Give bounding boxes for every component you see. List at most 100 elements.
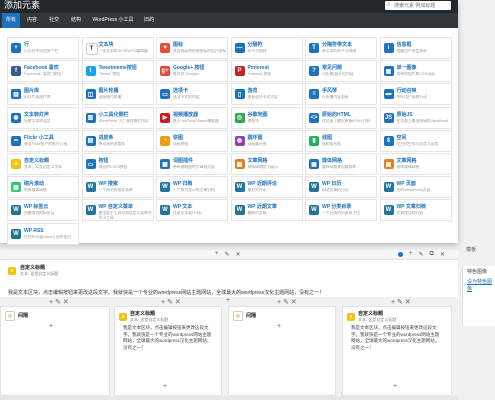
element-description: 提醒用户的信息框 (396, 49, 427, 53)
text-block-content[interactable]: 我是文本区块，点击编辑按钮来更改这段文字。我就快是一个专业的wordpress网… (351, 325, 443, 351)
delete-icon[interactable]: ✕ (236, 251, 241, 258)
element-description: 带动画的进度条 (98, 141, 126, 146)
add-element-icon[interactable]: + (393, 383, 397, 390)
text-block-module[interactable]: 我是文本区块，点击编辑按钮来更改这段文字。我就快是一个专业的wordpress网… (0, 287, 458, 297)
element-name: 分隔符 (247, 42, 263, 48)
modal-header: 添加元素 ⌕ (0, 0, 458, 13)
element-card[interactable]: W WP 近期评论 最近的评论 (230, 176, 303, 199)
custom-heading-module[interactable]: a 自定义标题 文本: 这是自定义标题 (119, 311, 168, 322)
element-card[interactable]: i 信息框 提醒用户的信息框 (379, 37, 452, 59)
element-card[interactable]: + 行可以在中添加多个栏 (7, 37, 79, 59)
column-controls[interactable]: + ✎ ✕ (161, 298, 181, 306)
add-element-icon[interactable]: + (49, 323, 53, 330)
tab-0[interactable]: 所有 (2, 13, 20, 28)
delete-icon[interactable]: ✕ (440, 251, 445, 258)
element-card[interactable]: ▮ 线图 线和条形图 (305, 129, 377, 152)
element-card[interactable]: ▤ 进度条 带动画的进度条 (81, 129, 154, 152)
element-card[interactable]: ? 常见问题 可折叠/展开的内容 (305, 60, 377, 83)
copy-icon[interactable]: ⧉ (430, 251, 434, 258)
element-card[interactable]: ▦ 砌片滚动 砌体媒体网格 (7, 176, 79, 199)
element-card[interactable]: ▭ 选项卡 选项卡式的内容 (156, 83, 228, 106)
element-card[interactable]: ▭ 按钮 漂亮的CSS3按钮 (81, 153, 154, 175)
element-description: 动画饼图 (173, 141, 189, 146)
googleplus-icon: g+ (160, 66, 170, 77)
tab-2[interactable]: 社交 (44, 13, 64, 28)
element-name: 媒体网格 (322, 158, 343, 164)
element-card[interactable]: ▯ 游览 垂直选项卡式内容 (230, 83, 303, 106)
set-featured-image-link[interactable]: 设为特色图像 (463, 276, 495, 293)
element-card[interactable]: a 自定义标题 文本，以及自定义字体 (7, 153, 79, 175)
tab-3[interactable]: 结构 (66, 13, 86, 28)
element-card[interactable]: W WP 文本 任意文本或HTML (156, 199, 228, 222)
element-card[interactable]: W WP 搜索 一个网站的搜索表单 (81, 176, 154, 199)
tab-5[interactable]: 旧的 (140, 13, 158, 28)
element-name: 行 (24, 42, 30, 48)
text-block-content[interactable]: 我是文本区块，点击编辑按钮来更改这段文字。我就快是一个专业的wordpress网… (123, 325, 213, 351)
element-card[interactable]: W WP 文章归档 文章按月的归档 (379, 199, 452, 222)
add-element-icon[interactable]: + (277, 323, 281, 330)
element-card[interactable]: ▥ 小工具化侧栏 WordPress 小工具的侧栏内容 (81, 106, 154, 129)
right-sidebar (458, 0, 495, 400)
element-card[interactable]: f Facebook 喜欢 Facebook "喜欢" 按钮 (7, 60, 79, 83)
row-color-icon[interactable] (398, 251, 403, 257)
element-card[interactable]: ◔ 饼图 动画饼图 (156, 129, 228, 152)
element-card[interactable]: W WP RSS 任何RSS或Atom订阅的条目 (7, 222, 79, 245)
element-card[interactable]: JS 原始JS 在页面上输出原始的JavaScript (379, 106, 452, 129)
element-card[interactable]: W WP 页面 您的WordPress页面 (379, 176, 452, 199)
space-module[interactable]: ◎ 间隔 (233, 311, 256, 321)
element-card[interactable]: ◎ 谷歌地图 地图块 (230, 106, 303, 129)
element-card[interactable]: W WP 近期文章 最新的文章 (230, 199, 303, 222)
element-card[interactable]: ▦ 文章网格 砌体网格帖子展示 (230, 153, 303, 175)
element-card[interactable]: — 分隔符 水平分隔线 (230, 37, 303, 59)
column-controls[interactable]: + ✎ ✕ (277, 298, 297, 306)
element-card[interactable]: W WP 标签云 您最常用的标签云 (7, 199, 79, 222)
element-card[interactable]: ⇕ 空间 空白的空间与自定义高度 (379, 129, 452, 152)
add-element-icon[interactable]: + (163, 383, 167, 390)
element-card[interactable]: ▤ 图片库 幻灯片或图片库 (7, 83, 79, 106)
element-card[interactable]: ▶ 视频播放器 嵌入YouTube/Vimeo播放器 (156, 106, 228, 129)
element-description: 使用此小工具添加自定义菜单作为小工具 (98, 211, 152, 220)
wp-comments-icon: W (234, 182, 245, 193)
element-card[interactable]: ▣ 单一图像 简单的图片和CSS动画 (379, 60, 452, 83)
custom-heading-module[interactable]: a 自定义标题 文本: 这是自定义标题 (8, 265, 58, 276)
element-card[interactable]: W WP 自定义菜单 使用此小工具添加自定义菜单作为小工具 (81, 199, 154, 222)
element-card[interactable]: T 分隔符带文本 带文本的水平分隔线 (305, 37, 377, 59)
element-card[interactable]: ▦ 媒体网格 媒体网格来自媒体库 (305, 153, 377, 175)
add-element-icon[interactable]: + (226, 297, 230, 304)
element-card[interactable]: W WP 归档 一个按月显示的文章归档 (156, 176, 228, 199)
element-card[interactable]: ▦ 词图插件 带有缩略图的文章和页面 (156, 153, 228, 175)
column-controls[interactable]: + ✎ ✕ (49, 298, 69, 306)
search-input[interactable] (394, 1, 449, 10)
tab-1[interactable]: 内容 (22, 13, 42, 28)
search-box[interactable]: ⌕ (385, 1, 451, 10)
element-card[interactable]: ◍ 圆环图 动画圆环图 (230, 129, 303, 152)
text-icon: T (85, 43, 98, 55)
element-card[interactable]: P Pinterest Pinterest 按钮 (230, 60, 303, 83)
element-card[interactable]: t Tweetmeme按钮 "Tweet" 按钮 (81, 60, 154, 83)
tab-4[interactable]: WordPress 小工具 (88, 13, 138, 28)
horizontal-scrollbar[interactable] (0, 396, 458, 400)
add-icon[interactable]: + (215, 251, 219, 257)
modal-title: 添加元素 (4, 0, 41, 10)
element-name: 词图插件 (173, 158, 194, 164)
element-card[interactable]: ♥ 图标 来自图标库的带图标的用户图标 (156, 37, 228, 59)
element-name: WP 文章归档 (396, 204, 426, 211)
element-card[interactable]: <> 原始的HTML 在页面上输出原始HTML代码 (305, 106, 377, 129)
element-card[interactable]: W WP 日历 网站文章的日历 (305, 176, 377, 199)
element-card[interactable]: ◉ 文本转灯声 谷歌文本转语音 (7, 106, 79, 129)
edit-icon[interactable]: ✎ (225, 251, 230, 258)
column-controls[interactable]: + ✎ ✕ (391, 298, 411, 306)
element-card[interactable]: ▦ 文章网格 砌体媒体网格 (379, 153, 452, 175)
custom-heading-module[interactable]: a 自定义标题 文本: 这是自定义标题 (347, 311, 396, 322)
element-card[interactable]: ≡ 手风琴 可折叠内容面板 (305, 83, 377, 106)
element-card[interactable]: g+ Google+ 按钮 推荐到 Google+ (156, 60, 228, 83)
element-card[interactable]: ▬ 行动召唤 呼吁用户采取行动 (379, 83, 452, 106)
space-module[interactable]: ◎ 间隔 (5, 311, 28, 321)
edit-icon[interactable]: ✎ (419, 251, 424, 258)
element-card[interactable]: W WP 分类目录 一个分类的列表或下拉 (305, 199, 377, 222)
element-card[interactable]: T 文本块 一块文本和WYSIWYG编辑器 (81, 37, 154, 59)
add-icon[interactable]: + (409, 251, 413, 257)
element-card[interactable]: ◫ 图片轮播 动画图片轮播 (81, 83, 154, 106)
element-name: WP 近期文章 (247, 204, 277, 211)
element-card[interactable]: •• Flickr 小工具 来自Flickr帐户的图片订阅 (7, 129, 79, 152)
